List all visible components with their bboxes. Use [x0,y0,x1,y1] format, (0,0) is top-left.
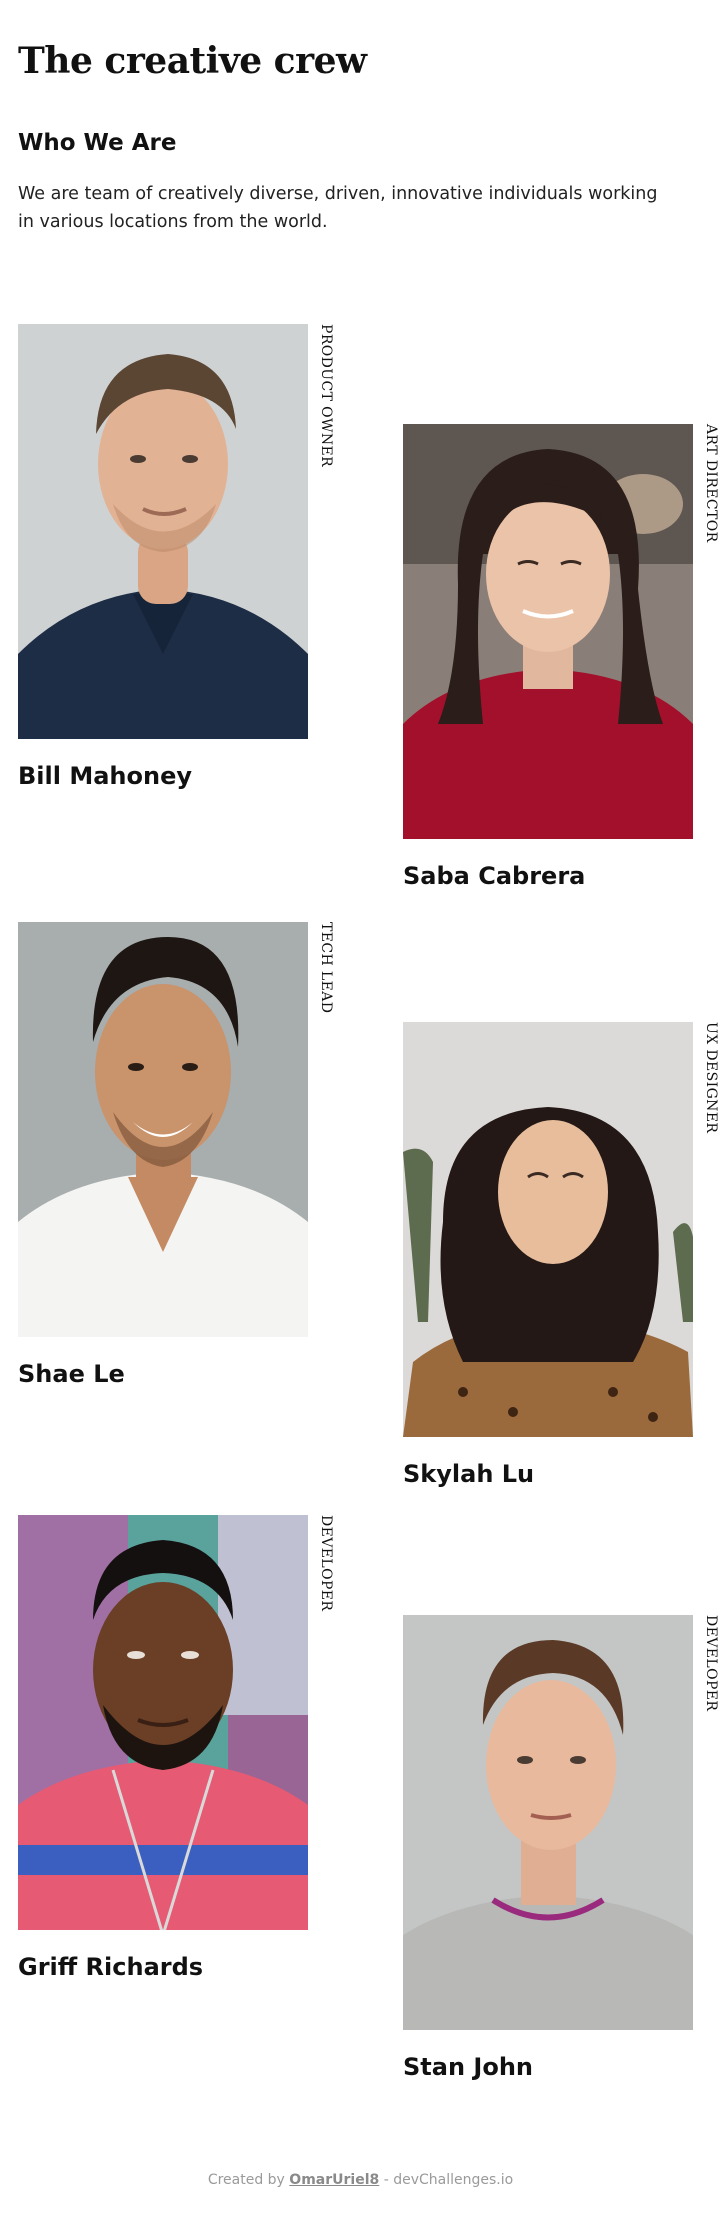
member-name: Saba Cabrera [403,862,586,890]
member-card: DEVELOPER Griff Richards [18,1515,334,1981]
footer-suffix: - devChallenges.io [383,2172,514,2188]
page-title: The creative crew [18,40,367,82]
portrait-image [18,324,308,739]
member-photo [18,922,308,1337]
member-card: DEVELOPER Stan John [403,1615,719,2081]
member-photo [18,1515,308,1930]
portrait-image [18,922,308,1337]
member-card: PRODUCT OWNER Bill Mahoney [18,324,334,790]
footer-prefix: Created by [207,2172,285,2188]
member-card: ART DIRECTOR Saba Cabrera [403,424,719,890]
member-photo [403,424,693,839]
member-photo [403,1022,693,1437]
portrait-image [403,1615,693,2030]
member-photo [18,324,308,739]
member-name: Bill Mahoney [18,762,192,790]
member-card: UX DESIGNER Skylah Lu [403,1022,719,1488]
intro-text: We are team of creatively diverse, drive… [18,184,658,232]
member-role: DEVELOPER [703,1615,719,1712]
footer: Created by OmarUriel8 - devChallenges.io [0,2172,721,2188]
portrait-image [18,1515,308,1930]
author-link[interactable]: OmarUriel8 [289,2172,379,2188]
member-name: Griff Richards [18,1953,204,1981]
portrait-image [403,1022,693,1437]
member-card: TECH LEAD Shae Le [18,922,334,1388]
member-role: ART DIRECTOR [703,424,719,543]
member-name: Stan John [403,2053,533,2081]
member-role: TECH LEAD [318,922,334,1014]
member-role: PRODUCT OWNER [318,324,334,468]
section-heading: Who We Are [18,130,177,156]
member-role: DEVELOPER [318,1515,334,1612]
portrait-image [403,424,693,839]
member-photo [403,1615,693,2030]
member-name: Skylah Lu [403,1460,535,1488]
member-name: Shae Le [18,1360,125,1388]
member-role: UX DESIGNER [703,1022,719,1134]
